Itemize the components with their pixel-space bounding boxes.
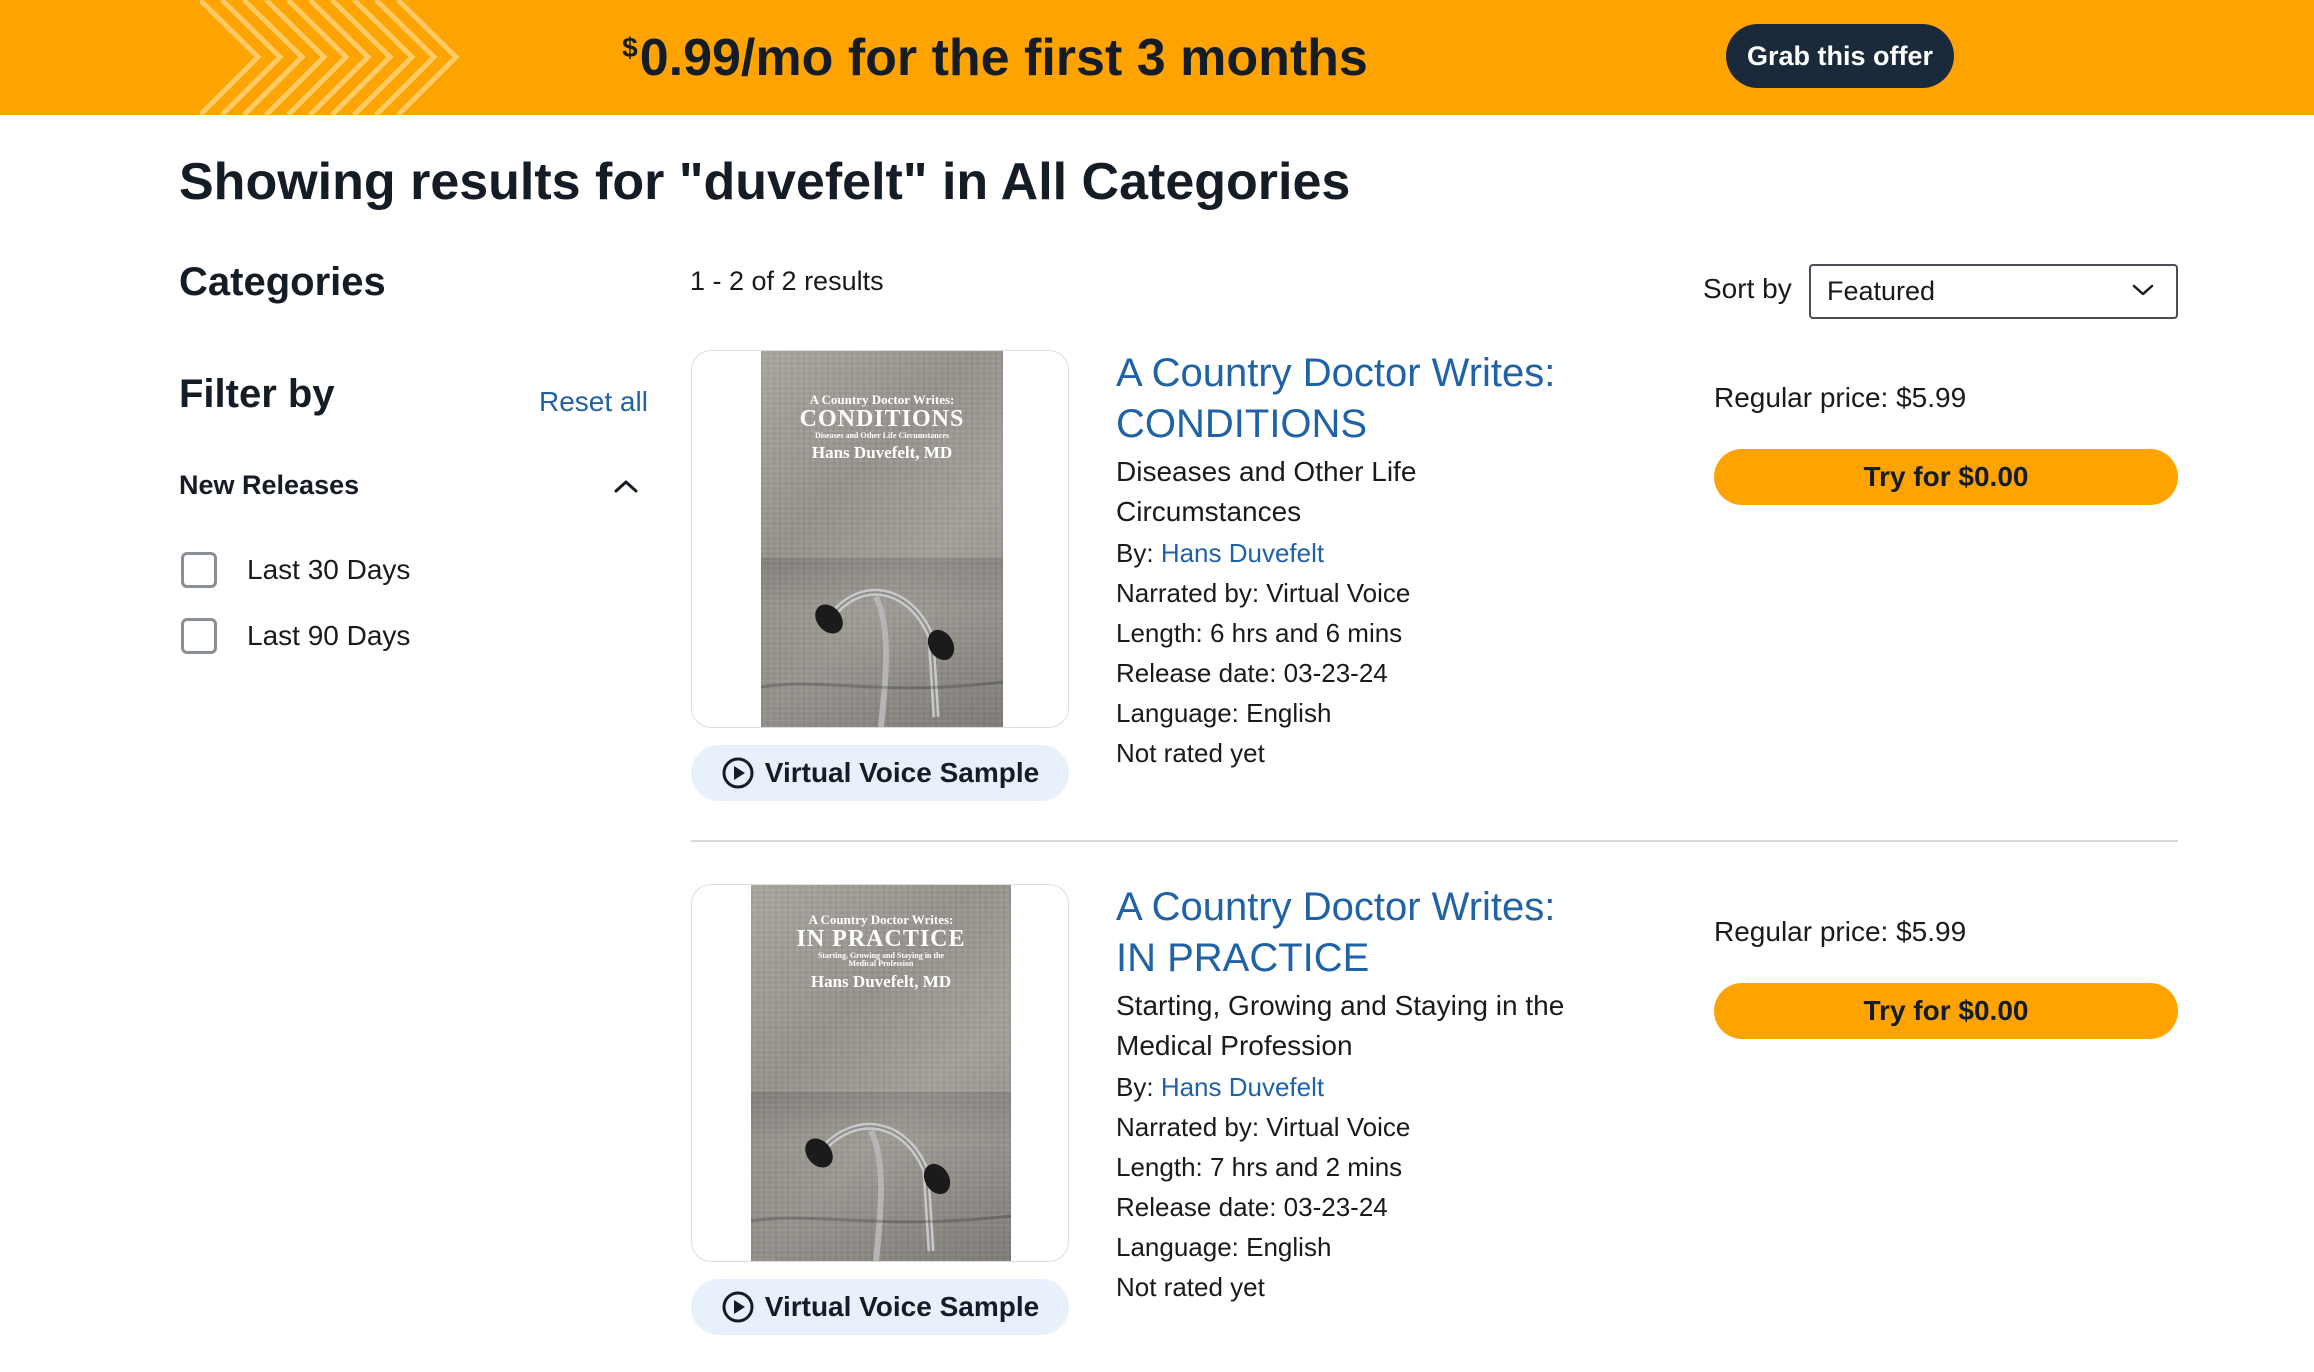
rating-line: Not rated yet <box>1116 1272 1265 1302</box>
cover-title: IN PRACTICE <box>796 925 966 952</box>
language-line: Language: English <box>1116 698 1332 728</box>
by-label: By: <box>1116 538 1154 568</box>
reset-all-link[interactable]: Reset all <box>539 386 648 418</box>
author-link[interactable]: Hans Duvefelt <box>1161 538 1324 568</box>
cover-image: A Country Doctor Writes: CONDITIONS Dise… <box>761 351 1003 727</box>
chevron-up-icon[interactable] <box>613 478 639 494</box>
cover-subtitle: Diseases and Other Life Circumstances <box>815 430 949 440</box>
cover-author: Hans Duvefelt, MD <box>810 971 952 991</box>
title-line-2: CONDITIONS <box>1116 402 1368 446</box>
page-title: Showing results for "duvefelt" in All Ca… <box>179 153 1351 211</box>
title-line-1: A Country Doctor Writes: <box>1116 351 1556 395</box>
sort-select[interactable]: Featured <box>1809 264 2178 319</box>
length-line: Length: 7 hrs and 2 mins <box>1116 1152 1403 1182</box>
categories-heading: Categories <box>179 260 386 304</box>
play-circle-icon <box>721 756 755 790</box>
title-line-2: IN PRACTICE <box>1116 936 1370 980</box>
narrator-line: Narrated by: Virtual Voice <box>1116 1112 1411 1142</box>
result-subtitle: Diseases and Other Life Circumstances <box>1116 456 1417 527</box>
play-circle-icon <box>721 1290 755 1324</box>
author-line: By: Hans Duvefelt <box>1116 1067 1324 1107</box>
filter-option-label: Last 90 Days <box>247 620 411 651</box>
checkbox[interactable] <box>181 618 217 654</box>
try-for-free-button[interactable]: Try for $0.00 <box>1714 449 2178 505</box>
cover-series: A Country Doctor Writes: <box>808 912 954 927</box>
grab-offer-button[interactable]: Grab this offer <box>1726 24 1954 88</box>
chevron-pattern-icon <box>200 0 460 115</box>
virtual-voice-sample-button[interactable]: Virtual Voice Sample <box>691 1279 1069 1335</box>
cover-subtitle: Starting, Growing and Staying in the Med… <box>817 950 945 969</box>
filter-option-last-90-days[interactable]: Last 90 Days <box>181 618 410 654</box>
language-line: Language: English <box>1116 1232 1332 1262</box>
book-cover-in-practice[interactable]: A Country Doctor Writes: IN PRACTICE Sta… <box>691 884 1069 1262</box>
cover-author: Hans Duvefelt, MD <box>811 443 953 463</box>
result-subtitle: Starting, Growing and Staying in the Med… <box>1116 990 1565 1061</box>
promo-banner: $ 0.99/mo for the first 3 months Grab th… <box>0 0 2314 115</box>
results-count: 1 - 2 of 2 results <box>690 266 884 296</box>
sort-label: Sort by <box>1703 273 1792 304</box>
sample-label: Virtual Voice Sample <box>764 757 1040 788</box>
author-link[interactable]: Hans Duvefelt <box>1161 1072 1324 1102</box>
virtual-voice-sample-button[interactable]: Virtual Voice Sample <box>691 745 1069 801</box>
release-date-line: Release date: 03-23-24 <box>1116 658 1388 688</box>
by-label: By: <box>1116 1072 1154 1102</box>
length-line: Length: 6 hrs and 6 mins <box>1116 618 1403 648</box>
chevron-down-icon <box>2132 284 2154 296</box>
stethoscope-icon <box>751 1122 1011 1261</box>
narrator-line: Narrated by: Virtual Voice <box>1116 578 1411 608</box>
offer-currency: $ <box>622 31 638 63</box>
filter-option-last-30-days[interactable]: Last 30 Days <box>181 552 410 588</box>
release-date-line: Release date: 03-23-24 <box>1116 1192 1388 1222</box>
stethoscope-icon <box>761 588 1003 727</box>
result-title-link[interactable]: A Country Doctor Writes: CONDITIONS <box>1116 348 1586 450</box>
title-line-1: A Country Doctor Writes: <box>1116 885 1556 929</box>
results-divider <box>691 840 2178 842</box>
offer-headline: $ 0.99/mo for the first 3 months <box>622 28 1368 88</box>
try-for-free-button[interactable]: Try for $0.00 <box>1714 983 2178 1039</box>
new-releases-section-title[interactable]: New Releases <box>179 470 359 501</box>
regular-price: Regular price: $5.99 <box>1714 382 1967 413</box>
author-line: By: Hans Duvefelt <box>1116 533 1324 573</box>
offer-text: 0.99/mo for the first 3 months <box>639 28 1368 87</box>
checkbox[interactable] <box>181 552 217 588</box>
sample-label: Virtual Voice Sample <box>764 1291 1040 1322</box>
filter-heading: Filter by <box>179 372 335 416</box>
result-title-link[interactable]: A Country Doctor Writes: IN PRACTICE <box>1116 882 1586 984</box>
regular-price: Regular price: $5.99 <box>1714 916 1967 947</box>
cover-title: CONDITIONS <box>799 405 965 432</box>
sort-selected-value: Featured <box>1827 276 1936 306</box>
cover-image: A Country Doctor Writes: IN PRACTICE Sta… <box>751 885 1011 1261</box>
book-cover-conditions[interactable]: A Country Doctor Writes: CONDITIONS Dise… <box>691 350 1069 728</box>
cover-series: A Country Doctor Writes: <box>809 392 955 407</box>
rating-line: Not rated yet <box>1116 738 1265 768</box>
filter-option-label: Last 30 Days <box>247 554 411 585</box>
